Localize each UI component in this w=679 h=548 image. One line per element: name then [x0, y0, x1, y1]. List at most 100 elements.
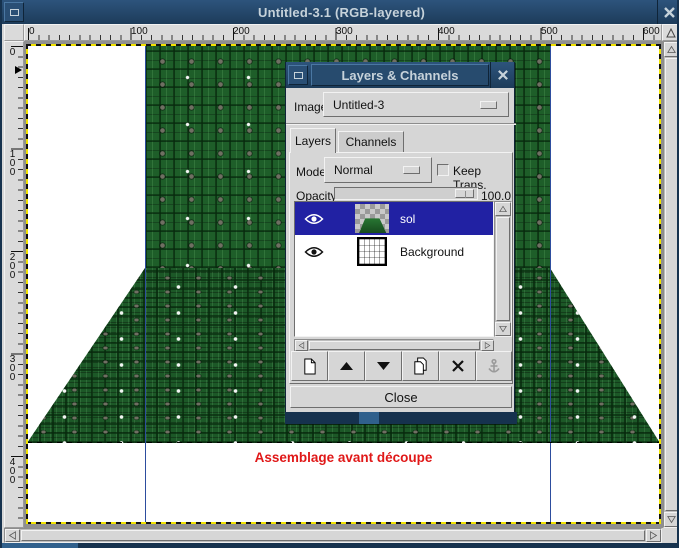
ruler-tick-label: 200 — [233, 26, 250, 37]
dropdown-indicator-icon — [403, 166, 420, 174]
layer-row-sol[interactable]: sol — [295, 202, 493, 235]
dialog-titlebar: Layers & Channels — [286, 62, 514, 88]
lower-layer-button[interactable] — [365, 351, 402, 381]
dialog-resize-grip[interactable] — [359, 412, 379, 424]
scroll-down-icon — [667, 515, 676, 524]
close-icon — [663, 6, 676, 19]
duplicate-layer-icon — [412, 357, 429, 375]
visibility-eye-icon[interactable] — [303, 213, 325, 225]
ruler-tick-label: 100 — [7, 149, 17, 176]
layer-list-vscrollbar[interactable] — [494, 201, 512, 337]
layer-thumbnail[interactable] — [355, 204, 389, 233]
new-layer-button[interactable] — [291, 351, 328, 381]
scroll-down-icon — [499, 325, 507, 333]
anchor-layer-icon — [486, 358, 502, 374]
window-resize-grip[interactable] — [2, 543, 78, 548]
ruler-tick-label: 100 — [131, 26, 148, 37]
ruler-tick-label: 200 — [7, 252, 17, 279]
dialog-title-panel: Layers & Channels — [311, 64, 489, 86]
ruler-tick-label: 300 — [336, 26, 353, 37]
close-button-label: Close — [384, 390, 417, 405]
visibility-eye-icon[interactable] — [303, 246, 325, 258]
vertical-scrollbar-thumb[interactable] — [665, 58, 678, 511]
layers-channels-dialog: Layers & Channels Image: Untitled-3 Laye… — [285, 62, 515, 424]
lower-layer-icon — [376, 361, 391, 371]
vertical-ruler[interactable]: 0 100 200 300 400 — [4, 41, 24, 528]
image-select[interactable]: Untitled-3 — [323, 92, 509, 117]
tab-layers[interactable]: Layers — [290, 128, 336, 153]
dialog-close-button[interactable]: Close — [290, 386, 512, 408]
ruler-tick-label: 0 — [7, 47, 17, 56]
layer-list-hscrollbar-thumb[interactable] — [309, 341, 480, 350]
mode-select-value: Normal — [334, 163, 373, 177]
image-select-value: Untitled-3 — [333, 98, 384, 112]
scroll-right-button[interactable] — [481, 340, 494, 351]
anchor-layer-button[interactable] — [476, 351, 512, 381]
ruler-corner-box — [4, 24, 24, 41]
duplicate-layer-button[interactable] — [402, 351, 439, 381]
canvas-border-top — [26, 44, 661, 46]
tab-channels[interactable]: Channels — [338, 131, 404, 152]
ruler-tick-label: 500 — [541, 26, 558, 37]
scroll-down-button[interactable] — [664, 512, 679, 527]
layer-list-vscrollbar-thumb[interactable] — [496, 217, 510, 321]
scroll-up-icon — [667, 45, 676, 54]
layer-name[interactable]: Background — [400, 245, 464, 259]
mode-select[interactable]: Normal — [324, 157, 432, 183]
scroll-right-icon — [484, 342, 491, 349]
horizontal-scrollbar-thumb[interactable] — [21, 530, 645, 541]
ruler-position-marker-icon — [15, 66, 22, 74]
window-title: Untitled-3.1 (RGB-layered) — [26, 5, 657, 20]
delete-layer-icon — [451, 359, 465, 373]
window-close-button[interactable] — [657, 0, 679, 24]
window-menu-button[interactable] — [4, 2, 24, 22]
opacity-slider-thumb[interactable] — [455, 189, 474, 198]
scroll-up-button[interactable] — [495, 202, 511, 216]
keep-trans-checkbox[interactable] — [437, 164, 449, 176]
raise-layer-icon — [339, 361, 354, 371]
dialog-bottom-border — [285, 412, 517, 424]
tab-label: Channels — [346, 135, 397, 149]
scroll-left-button[interactable] — [5, 529, 20, 542]
ruler-tick-label: 300 — [7, 354, 17, 381]
ruler-tick-label: 0 — [29, 26, 35, 37]
vertical-scrollbar[interactable] — [663, 41, 679, 528]
scroll-left-button[interactable] — [295, 340, 308, 351]
raise-layer-button[interactable] — [328, 351, 365, 381]
scroll-up-button[interactable] — [664, 42, 679, 57]
dialog-close-button-x[interactable] — [490, 62, 514, 88]
layer-thumbnail[interactable] — [357, 237, 387, 266]
layer-thumbnail-content — [355, 217, 389, 233]
delete-layer-button[interactable] — [439, 351, 476, 381]
dialog-title: Layers & Channels — [341, 68, 458, 83]
horizontal-ruler[interactable]: 0 100 200 300 400 500 600 — [24, 24, 662, 41]
ruler-tick-label: 400 — [438, 26, 455, 37]
canvas-annotation-text: Assemblage avant découpe — [26, 450, 661, 465]
dropdown-indicator-icon — [480, 101, 497, 109]
dialog-menu-button[interactable] — [288, 65, 308, 85]
window-menu-icon — [294, 72, 303, 79]
close-icon — [497, 69, 509, 81]
layer-list: sol Background — [294, 201, 494, 337]
scroll-right-button[interactable] — [646, 529, 661, 542]
ruler-tick-label: 400 — [7, 457, 17, 484]
scroll-left-icon — [298, 342, 305, 349]
layer-row-background[interactable]: Background — [295, 235, 493, 268]
canvas-border-left — [26, 44, 28, 524]
window-titlebar: Untitled-3.1 (RGB-layered) — [2, 0, 679, 24]
horizontal-scrollbar[interactable] — [4, 528, 662, 543]
opacity-slider[interactable] — [334, 187, 478, 200]
layer-name[interactable]: sol — [400, 212, 415, 226]
separator — [286, 123, 516, 125]
nav-corner-icon — [666, 28, 676, 38]
scroll-right-icon — [649, 531, 658, 540]
gimp-image-window: Untitled-3.1 (RGB-layered) 0 100 200 300… — [0, 0, 679, 548]
nav-corner-button[interactable] — [662, 24, 679, 41]
new-layer-icon — [302, 358, 317, 375]
window-bottom-border — [2, 543, 679, 548]
scroll-down-button[interactable] — [495, 322, 511, 336]
scroll-left-icon — [8, 531, 17, 540]
window-menu-icon — [10, 9, 19, 16]
ruler-tick-label: 600 — [643, 26, 660, 37]
tab-label: Layers — [295, 134, 331, 148]
